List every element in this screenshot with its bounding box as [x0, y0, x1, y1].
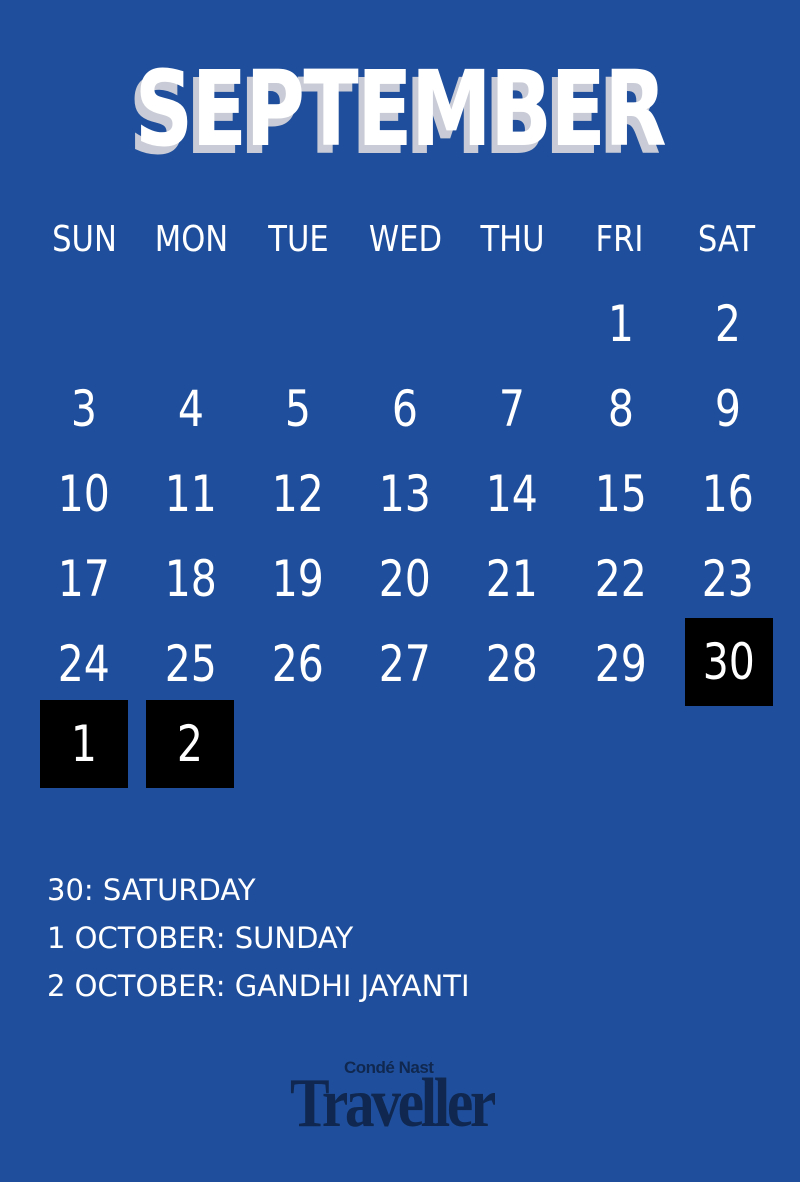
day-cell: 19 [271, 550, 325, 608]
day-cell: 5 [284, 380, 312, 438]
day-cell: 26 [271, 635, 325, 693]
conde-nast-traveller-logo: Condé Nast Traveller [290, 1058, 512, 1148]
day-cell: 25 [164, 635, 218, 693]
month-title: SEPTEMBER SEPTEMBER [0, 44, 800, 178]
day-cell: 12 [271, 465, 325, 523]
month-title-text: SEPTEMBER [134, 48, 667, 170]
day-cell: 13 [378, 465, 432, 523]
day-cell: 17 [57, 550, 111, 608]
weekday-fri: FRI [595, 219, 644, 260]
day-cell: 1 [607, 295, 635, 353]
weekday-tue: TUE [268, 219, 329, 260]
holiday-notes: 30: SATURDAY 1 OCTOBER: SUNDAY 2 OCTOBER… [47, 866, 470, 1010]
weekday-wed: WED [368, 219, 443, 260]
weekday-sun: SUN [52, 219, 117, 260]
day-cell: 3 [70, 380, 98, 438]
logo-wordmark: Traveller [290, 1065, 496, 1142]
day-cell: 15 [594, 465, 648, 523]
day-cell: 20 [378, 550, 432, 608]
day-cell: 23 [701, 550, 755, 608]
day-cell: 29 [594, 635, 648, 693]
day-cell-highlighted: 1 [40, 700, 128, 788]
day-cell: 2 [714, 295, 742, 353]
weekday-thu: THU [480, 219, 545, 260]
day-cell: 14 [485, 465, 539, 523]
day-cell-highlighted: 30 [685, 618, 773, 706]
day-cell: 27 [378, 635, 432, 693]
weekday-sat: SAT [697, 219, 756, 260]
day-cell: 11 [164, 465, 218, 523]
day-cell: 28 [485, 635, 539, 693]
day-cell: 7 [498, 380, 526, 438]
note-line: 1 OCTOBER: SUNDAY [47, 921, 354, 955]
day-cell: 4 [177, 380, 205, 438]
day-cell: 16 [701, 465, 755, 523]
day-cell: 8 [607, 380, 635, 438]
day-cell: 24 [57, 635, 111, 693]
day-cell: 21 [485, 550, 539, 608]
weekday-mon: MON [154, 219, 229, 260]
day-cell: 18 [164, 550, 218, 608]
day-cell: 10 [57, 465, 111, 523]
day-cell: 9 [714, 380, 742, 438]
day-cell-highlighted: 2 [146, 700, 234, 788]
day-cell: 22 [594, 550, 648, 608]
note-line: 2 OCTOBER: GANDHI JAYANTI [47, 969, 470, 1003]
note-line: 30: SATURDAY [47, 873, 256, 907]
day-cell: 6 [391, 380, 419, 438]
